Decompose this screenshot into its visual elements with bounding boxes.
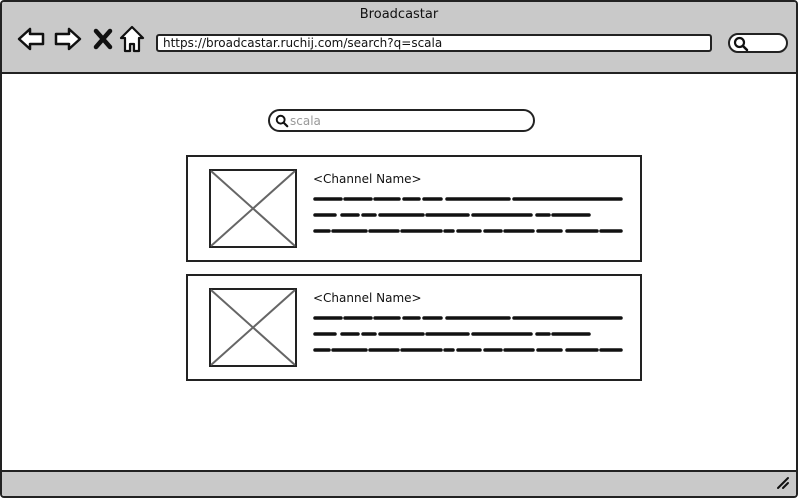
arrow-right-icon: [54, 27, 82, 51]
home-button[interactable]: [117, 24, 147, 54]
thumbnail-placeholder-image: [209, 288, 297, 367]
title-bar: Broadcastar https://broadcastar.ruchij.c…: [2, 2, 796, 74]
page-content: <Channel Name> <Channel Name>: [2, 74, 796, 474]
description-scribble: [313, 197, 623, 233]
forward-button[interactable]: [53, 24, 83, 54]
channel-name: <Channel Name>: [313, 291, 422, 305]
close-icon: [93, 28, 113, 50]
search-icon: [275, 114, 289, 128]
search-box[interactable]: [268, 109, 535, 132]
home-icon: [119, 25, 145, 53]
browser-window: Broadcastar https://broadcastar.ruchij.c…: [0, 0, 798, 498]
search-icon: [733, 36, 749, 52]
description-scribble: [313, 316, 623, 352]
result-card[interactable]: <Channel Name>: [186, 155, 642, 262]
thumbnail-placeholder-image: [209, 169, 297, 248]
arrow-left-icon: [17, 27, 45, 51]
window-title: Broadcastar: [359, 7, 439, 22]
resize-grip-icon[interactable]: [776, 476, 790, 490]
stop-button[interactable]: [90, 24, 120, 54]
channel-name: <Channel Name>: [313, 172, 422, 186]
toolbar-search-button[interactable]: [728, 33, 788, 53]
search-input[interactable]: [290, 112, 525, 129]
back-button[interactable]: [16, 24, 46, 54]
address-bar[interactable]: https://broadcastar.ruchij.com/search?q=…: [156, 34, 712, 52]
result-card[interactable]: <Channel Name>: [186, 274, 642, 381]
status-bar: [2, 470, 796, 496]
